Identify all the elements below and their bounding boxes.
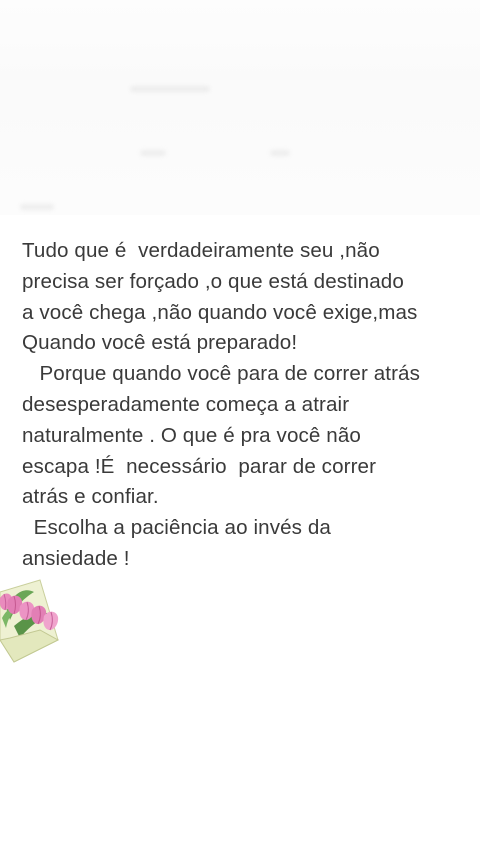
faded-text-smudge bbox=[140, 150, 166, 156]
quote-line: ansiedade ! bbox=[22, 546, 130, 570]
faded-text-smudge bbox=[20, 204, 54, 210]
quote-line: atrás e confiar. bbox=[22, 485, 159, 509]
quote-line: Quando você está preparado! bbox=[22, 331, 298, 355]
quote-text: Tudo que é verdadeiramente seu ,não prec… bbox=[22, 236, 472, 575]
quote-line: escapa !É necessário parar de correr bbox=[22, 454, 377, 478]
quote-line: Porque quando você para de correr atrás bbox=[22, 362, 421, 386]
quote-line: Escolha a paciência ao invés da bbox=[22, 516, 331, 540]
tulip-bouquet-envelope-icon bbox=[0, 579, 60, 663]
story-page: Tudo que é verdadeiramente seu ,não prec… bbox=[0, 0, 480, 854]
faded-header-area bbox=[0, 0, 480, 215]
quote-line: naturalmente . O que é pra você não bbox=[22, 423, 361, 447]
faded-text-smudge bbox=[130, 86, 210, 92]
faded-text-smudge bbox=[270, 150, 290, 156]
quote-line: desesperadamente começa a atrair bbox=[22, 392, 350, 416]
quote-line: Tudo que é verdadeiramente seu ,não bbox=[22, 239, 380, 262]
quote-line: a você chega ,não quando você exige,mas bbox=[22, 300, 418, 324]
quote-line: precisa ser forçado ,o que está destinad… bbox=[22, 269, 404, 293]
